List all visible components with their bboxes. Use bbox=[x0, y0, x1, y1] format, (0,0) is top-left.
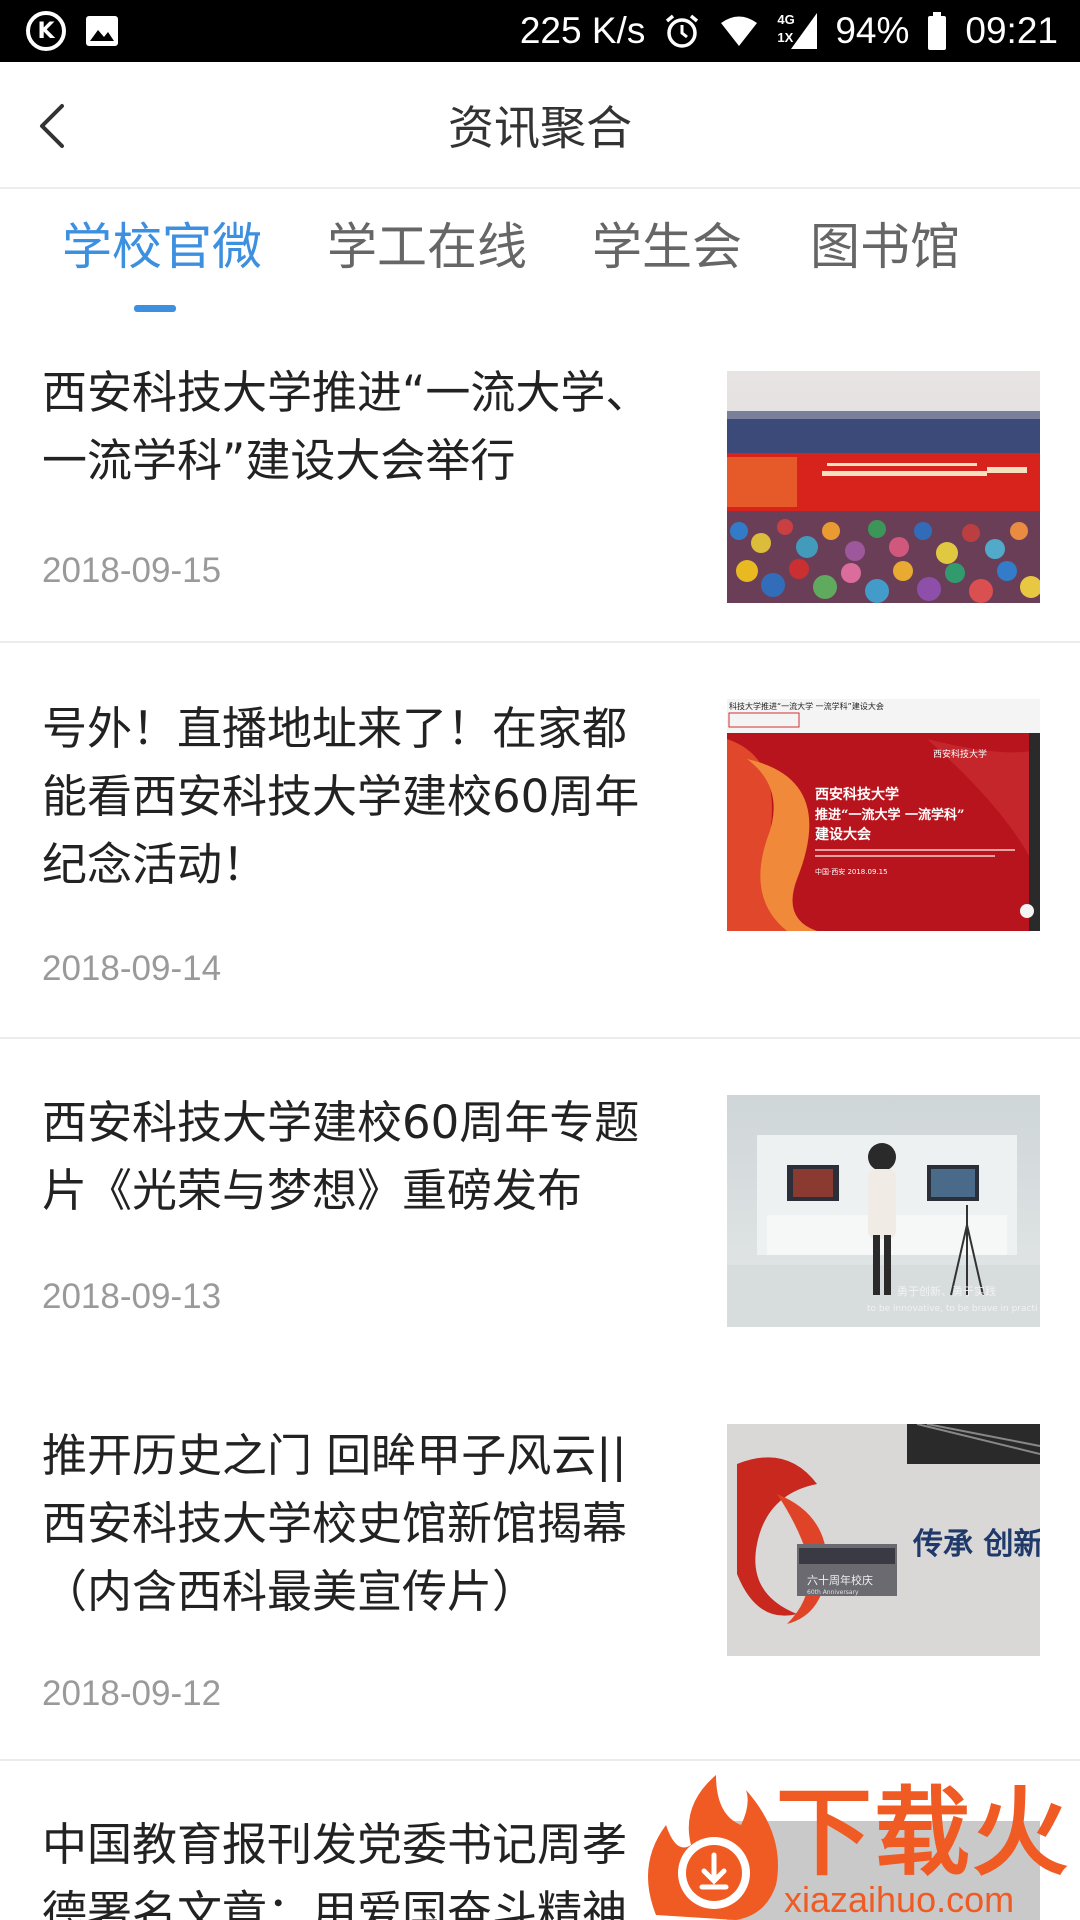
wifi-icon bbox=[719, 14, 759, 48]
top-app-bar: 资讯聚合 bbox=[0, 62, 1080, 189]
news-title: 西安科技大学建校60周年专题 片《光荣与梦想》重磅发布 bbox=[42, 1089, 682, 1225]
tab-library[interactable]: 图书馆 bbox=[810, 217, 960, 277]
news-item[interactable]: 号外！直播地址来了！在家都 能看西安科技大学建校60周年 纪念活动！ 2018-… bbox=[0, 643, 1080, 1039]
news-title: 西安科技大学推进“一流大学、 一流学科”建设大会举行 bbox=[42, 359, 682, 495]
thumb-plaque: 六十周年校庆 bbox=[807, 1573, 873, 1587]
news-title-line: 一流学科”建设大会举行 bbox=[42, 434, 516, 487]
status-bar: K 225 K/s 4G 1X 94% 09:21 bbox=[0, 0, 1080, 62]
thumb-line2: 推进“一流大学 一流学科” bbox=[815, 807, 964, 823]
tab-student-union[interactable]: 学生会 bbox=[592, 217, 742, 277]
news-title-line: 片《光荣与梦想》重磅发布 bbox=[42, 1164, 583, 1217]
battery-percent: 94% bbox=[835, 10, 910, 51]
tab-student-affairs[interactable]: 学工在线 bbox=[327, 217, 527, 277]
thumb-line3: 建设大会 bbox=[815, 826, 872, 843]
watermark-text: 下载火 bbox=[776, 1777, 1070, 1889]
image-icon bbox=[86, 16, 118, 46]
news-thumbnail: 科技大学推进“一流大学 一流学科”建设大会 西安科技大学 西安科技大学 推进“一… bbox=[727, 699, 1040, 931]
watermark-url: xiazaihuo.com bbox=[784, 1879, 1015, 1920]
thumb-wall-text: 传承 创新 bbox=[912, 1527, 1040, 1562]
news-title-line: 纪念活动！ bbox=[42, 838, 268, 891]
news-item[interactable]: 西安科技大学推进“一流大学、 一流学科”建设大会举行 2018-09-15 bbox=[0, 319, 1080, 643]
news-title-line: （内含西科最美宣传片） bbox=[42, 1565, 538, 1618]
news-date: 2018-09-12 bbox=[42, 1674, 222, 1713]
news-title-line: 中国教育报刊发党委书记周孝 bbox=[42, 1818, 628, 1871]
thumb-subtitle-cn: 勇于创新、勇于实践 bbox=[897, 1284, 996, 1298]
news-title-line: 西安科技大学推进“一流大学、 bbox=[42, 366, 651, 419]
news-date: 2018-09-13 bbox=[42, 1277, 222, 1316]
news-title: 中国教育报刊发党委书记周孝 德署名文章：用爱国奋斗精神 bbox=[42, 1811, 682, 1920]
news-thumbnail bbox=[727, 371, 1040, 603]
app-screen: K 225 K/s 4G 1X 94% 09:21 资讯聚合 学校官微 学工在线… bbox=[0, 0, 1080, 1920]
news-date: 2018-09-15 bbox=[42, 551, 222, 590]
thumb-footer: 中国·西安 2018.09.15 bbox=[815, 867, 888, 876]
news-title-line: 推开历史之门 回眸甲子风云|| bbox=[42, 1429, 627, 1482]
news-title-line: 西安科技大学校史馆新馆揭幕 bbox=[42, 1497, 628, 1550]
news-title-line: 德署名文章：用爱国奋斗精神 bbox=[42, 1886, 628, 1920]
page-title: 资讯聚合 bbox=[448, 100, 632, 155]
watermark: 下载火 xiazaihuo.com bbox=[636, 1775, 1080, 1920]
news-title-line: 号外！直播地址来了！在家都 bbox=[42, 702, 628, 755]
thumb-plaque-en: 60th Anniversary bbox=[807, 1589, 859, 1596]
news-title: 号外！直播地址来了！在家都 能看西安科技大学建校60周年 纪念活动！ bbox=[42, 695, 682, 899]
category-tabs: 学校官微 学工在线 学生会 图书馆 bbox=[0, 189, 1080, 319]
tab-school-official[interactable]: 学校官微 bbox=[62, 217, 262, 277]
news-thumbnail: 勇于创新、勇于实践 to be innovative, to be brave … bbox=[727, 1095, 1040, 1327]
news-title-line: 西安科技大学建校60周年专题 bbox=[42, 1096, 640, 1149]
clock: 09:21 bbox=[965, 10, 1058, 51]
thumb-subtitle-en: to be innovative, to be brave in practi bbox=[867, 1304, 1038, 1314]
thumb-line1: 西安科技大学 bbox=[815, 786, 899, 803]
active-tab-indicator bbox=[134, 305, 176, 312]
network-speed: 225 K/s bbox=[519, 10, 646, 51]
thumb-logo-text: 西安科技大学 bbox=[933, 748, 987, 760]
news-date: 2018-09-14 bbox=[42, 949, 222, 988]
thumb-top-bar-text: 科技大学推进“一流大学 一流学科”建设大会 bbox=[729, 701, 884, 711]
flame-logo-icon bbox=[648, 1775, 778, 1920]
alarm-icon bbox=[663, 12, 701, 50]
news-title: 推开历史之门 回眸甲子风云|| 西安科技大学校史馆新馆揭幕 （内含西科最美宣传片… bbox=[42, 1422, 682, 1626]
battery-icon bbox=[927, 12, 947, 50]
news-item[interactable]: 西安科技大学建校60周年专题 片《光荣与梦想》重磅发布 2018-09-13 勇… bbox=[0, 1039, 1080, 1364]
signal-icon: 4G 1X bbox=[777, 11, 818, 51]
news-thumbnail: 六十周年校庆 60th Anniversary 传承 创新 bbox=[727, 1424, 1040, 1656]
news-item[interactable]: 推开历史之门 回眸甲子风云|| 西安科技大学校史馆新馆揭幕 （内含西科最美宣传片… bbox=[0, 1364, 1080, 1761]
news-title-line: 能看西安科技大学建校60周年 bbox=[42, 770, 640, 823]
k-app-icon: K bbox=[26, 11, 66, 51]
